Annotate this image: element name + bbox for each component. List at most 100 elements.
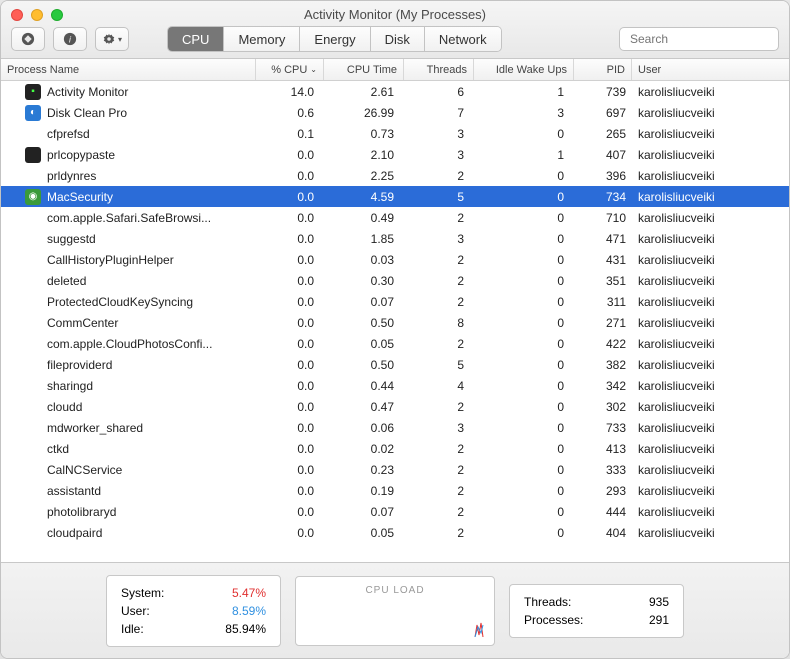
- cell-process-name: suggestd: [1, 231, 256, 247]
- processes-label: Processes:: [524, 611, 583, 629]
- cell-idle-wake-ups: 0: [474, 400, 574, 414]
- cell-threads: 2: [404, 400, 474, 414]
- process-table-body[interactable]: ▪Activity Monitor14.02.6161739karolisliu…: [1, 81, 789, 562]
- cell-process-name: ◐Disk Clean Pro: [1, 105, 256, 121]
- cell-pid: 351: [574, 274, 632, 288]
- cell-cpu: 0.0: [256, 421, 324, 435]
- processes-value: 291: [649, 611, 669, 629]
- table-row[interactable]: prlcopypaste0.02.1031407karolisliucveiki: [1, 144, 789, 165]
- footer: System:5.47% User:8.59% Idle:85.94% CPU …: [1, 562, 789, 658]
- cell-user: karolisliucveiki: [632, 295, 752, 309]
- cell-process-name: ◉MacSecurity: [1, 189, 256, 205]
- cell-process-name: CommCenter: [1, 315, 256, 331]
- cell-cpu-time: 0.47: [324, 400, 404, 414]
- tab-memory[interactable]: Memory: [224, 27, 300, 51]
- tab-network[interactable]: Network: [425, 27, 501, 51]
- table-row[interactable]: cloudd0.00.4720302karolisliucveiki: [1, 396, 789, 417]
- cell-user: karolisliucveiki: [632, 463, 752, 477]
- cell-idle-wake-ups: 1: [474, 85, 574, 99]
- cell-idle-wake-ups: 1: [474, 148, 574, 162]
- cell-cpu-time: 0.50: [324, 358, 404, 372]
- header-process-name[interactable]: Process Name: [1, 59, 256, 80]
- table-row[interactable]: ProtectedCloudKeySyncing0.00.0720311karo…: [1, 291, 789, 312]
- cell-process-name: photolibraryd: [1, 504, 256, 520]
- cell-pid: 734: [574, 190, 632, 204]
- cell-idle-wake-ups: 0: [474, 421, 574, 435]
- cell-cpu: 0.0: [256, 484, 324, 498]
- header-threads[interactable]: Threads: [404, 59, 474, 80]
- cpu-load-panel: CPU LOAD: [295, 576, 495, 646]
- cell-process-name: cloudd: [1, 399, 256, 415]
- table-row[interactable]: cfprefsd0.10.7330265karolisliucveiki: [1, 123, 789, 144]
- settings-button[interactable]: ▾: [95, 27, 129, 51]
- header-cpu-time[interactable]: CPU Time: [324, 59, 404, 80]
- cell-process-name: sharingd: [1, 378, 256, 394]
- table-row[interactable]: ▪Activity Monitor14.02.6161739karolisliu…: [1, 81, 789, 102]
- header-user[interactable]: User: [632, 59, 752, 80]
- header-pid[interactable]: PID: [574, 59, 632, 80]
- cell-cpu-time: 0.07: [324, 295, 404, 309]
- cell-process-name: mdworker_shared: [1, 420, 256, 436]
- table-row[interactable]: CallHistoryPluginHelper0.00.0320431karol…: [1, 249, 789, 270]
- info-button[interactable]: i: [53, 27, 87, 51]
- header-cpu[interactable]: % CPU⌄: [256, 59, 324, 80]
- cell-pid: 407: [574, 148, 632, 162]
- cell-pid: 271: [574, 316, 632, 330]
- cell-idle-wake-ups: 0: [474, 316, 574, 330]
- table-row[interactable]: com.apple.CloudPhotosConfi...0.00.052042…: [1, 333, 789, 354]
- table-row[interactable]: assistantd0.00.1920293karolisliucveiki: [1, 480, 789, 501]
- tab-energy[interactable]: Energy: [300, 27, 370, 51]
- cell-threads: 3: [404, 232, 474, 246]
- table-row[interactable]: deleted0.00.3020351karolisliucveiki: [1, 270, 789, 291]
- table-row[interactable]: cloudpaird0.00.0520404karolisliucveiki: [1, 522, 789, 543]
- cpu-usage-panel: System:5.47% User:8.59% Idle:85.94%: [106, 575, 281, 647]
- cell-threads: 2: [404, 295, 474, 309]
- table-row[interactable]: photolibraryd0.00.0720444karolisliucveik…: [1, 501, 789, 522]
- table-row[interactable]: CommCenter0.00.5080271karolisliucveiki: [1, 312, 789, 333]
- cell-process-name: cfprefsd: [1, 126, 256, 142]
- stop-process-button[interactable]: [11, 27, 45, 51]
- table-row[interactable]: ◉MacSecurity0.04.5950734karolisliucveiki: [1, 186, 789, 207]
- cell-cpu: 0.0: [256, 337, 324, 351]
- table-row[interactable]: CalNCService0.00.2320333karolisliucveiki: [1, 459, 789, 480]
- cell-cpu-time: 0.06: [324, 421, 404, 435]
- cell-user: karolisliucveiki: [632, 484, 752, 498]
- cell-threads: 2: [404, 274, 474, 288]
- table-row[interactable]: com.apple.Safari.SafeBrowsi...0.00.49207…: [1, 207, 789, 228]
- table-row[interactable]: ctkd0.00.0220413karolisliucveiki: [1, 438, 789, 459]
- cell-process-name: ▪Activity Monitor: [1, 84, 256, 100]
- cell-idle-wake-ups: 0: [474, 190, 574, 204]
- cell-cpu-time: 0.05: [324, 337, 404, 351]
- cell-cpu-time: 0.02: [324, 442, 404, 456]
- cell-cpu: 0.0: [256, 190, 324, 204]
- cell-process-name: com.apple.CloudPhotosConfi...: [1, 336, 256, 352]
- table-row[interactable]: sharingd0.00.4440342karolisliucveiki: [1, 375, 789, 396]
- cell-idle-wake-ups: 0: [474, 127, 574, 141]
- cell-pid: 422: [574, 337, 632, 351]
- search-field[interactable]: [619, 27, 779, 51]
- cell-pid: 396: [574, 169, 632, 183]
- table-row[interactable]: prldynres0.02.2520396karolisliucveiki: [1, 165, 789, 186]
- cell-cpu: 0.0: [256, 316, 324, 330]
- table-row[interactable]: fileproviderd0.00.5050382karolisliucveik…: [1, 354, 789, 375]
- table-row[interactable]: ◐Disk Clean Pro0.626.9973697karolisliucv…: [1, 102, 789, 123]
- cell-user: karolisliucveiki: [632, 85, 752, 99]
- table-row[interactable]: suggestd0.01.8530471karolisliucveiki: [1, 228, 789, 249]
- search-input[interactable]: [630, 32, 785, 46]
- user-value: 8.59%: [232, 602, 266, 620]
- cell-pid: 382: [574, 358, 632, 372]
- cell-threads: 3: [404, 421, 474, 435]
- cell-pid: 739: [574, 85, 632, 99]
- cell-pid: 471: [574, 232, 632, 246]
- tab-cpu[interactable]: CPU: [168, 27, 224, 51]
- user-label: User:: [121, 602, 150, 620]
- cpu-load-label: CPU LOAD: [365, 585, 424, 596]
- cell-pid: 293: [574, 484, 632, 498]
- cell-cpu: 0.0: [256, 442, 324, 456]
- cell-user: karolisliucveiki: [632, 127, 752, 141]
- tab-disk[interactable]: Disk: [371, 27, 425, 51]
- threads-label: Threads:: [524, 593, 571, 611]
- table-row[interactable]: mdworker_shared0.00.0630733karolisliucve…: [1, 417, 789, 438]
- cell-cpu-time: 0.23: [324, 463, 404, 477]
- header-idle-wake-ups[interactable]: Idle Wake Ups: [474, 59, 574, 80]
